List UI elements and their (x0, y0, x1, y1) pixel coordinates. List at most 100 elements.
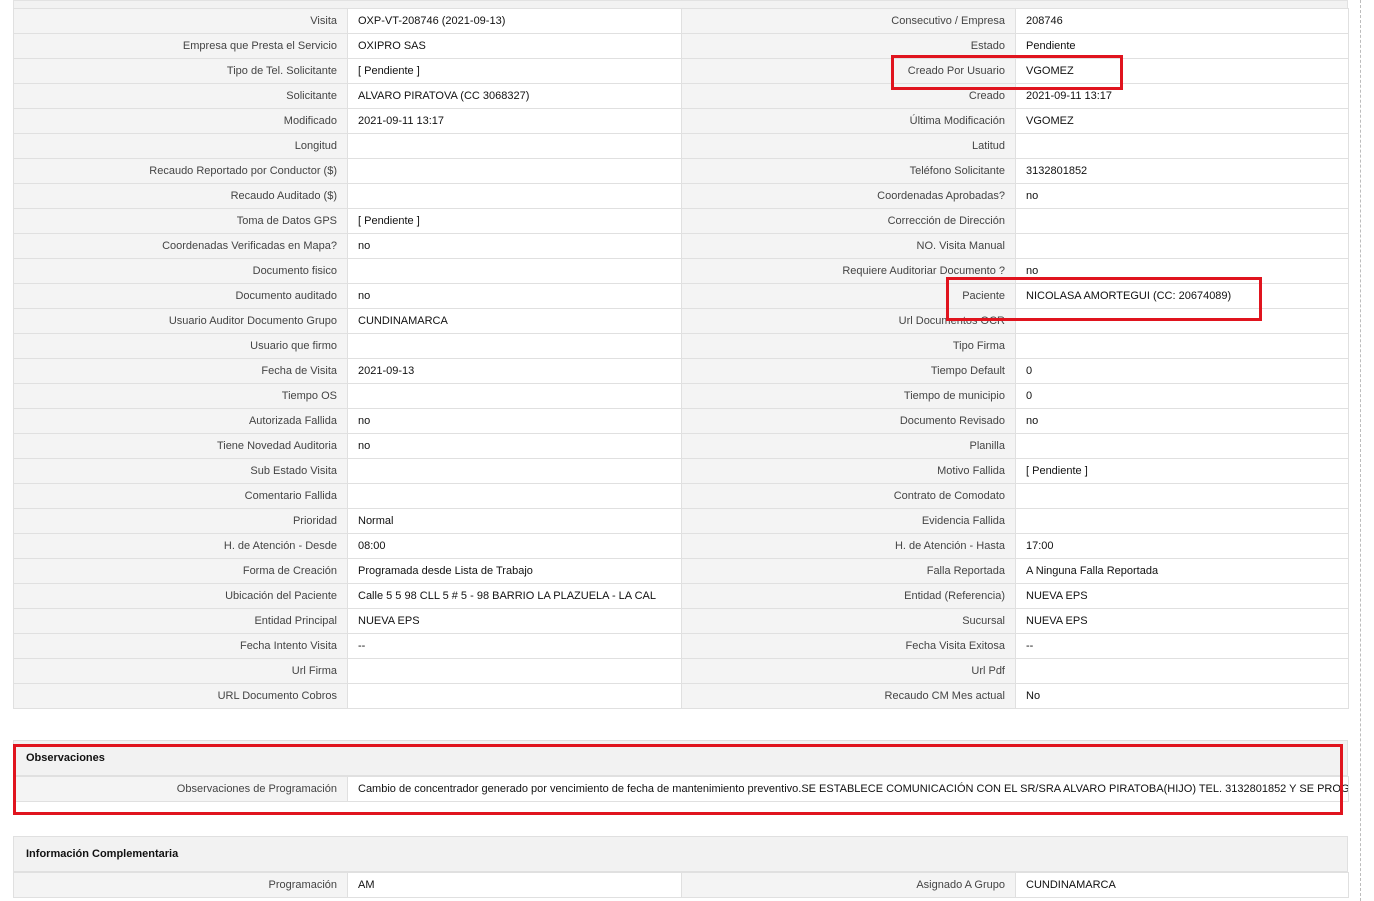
field-value: A Ninguna Falla Reportada (1015, 558, 1349, 584)
table-row: Url Firma Url Pdf (13, 658, 1349, 684)
field-label: Longitud (13, 133, 348, 159)
table-row: Recaudo Auditado ($) Coordenadas Aprobada… (13, 183, 1349, 209)
field-value: no (347, 433, 682, 459)
visit-details-table: Visita OXP-VT-208746 (2021-09-13) Consecut… (13, 8, 1349, 709)
table-row: Sub Estado Visita Motivo Fallida[ Pendien… (13, 458, 1349, 484)
field-value (1015, 658, 1349, 684)
field-label: Tipo Firma (681, 333, 1016, 359)
field-label: Entidad (Referencia) (681, 583, 1016, 609)
field-value (347, 683, 682, 709)
field-label: Documento Revisado (681, 408, 1016, 434)
table-row: Empresa que Presta el Servicio OXIPRO SAS… (13, 33, 1349, 59)
field-label: Recaudo Auditado ($) (13, 183, 348, 209)
field-label: Coordenadas Aprobadas? (681, 183, 1016, 209)
field-value (347, 183, 682, 209)
observaciones-section: Observaciones Observaciones de Programac… (13, 740, 1349, 802)
table-row: Entidad Principal NUEVA EPS Sucursal NUEVA … (13, 608, 1349, 634)
field-value: [ Pendiente ] (347, 58, 682, 84)
field-label: Latitud (681, 133, 1016, 159)
field-value: no (1015, 408, 1349, 434)
field-value: 17:00 (1015, 533, 1349, 559)
field-label: Recaudo Reportado por Conductor ($) (13, 158, 348, 184)
field-label: Corrección de Dirección (681, 208, 1016, 234)
field-label: Autorizada Fallida (13, 408, 348, 434)
table-row: Usuario Auditor Documento Grupo CUNDINAMA… (13, 308, 1349, 334)
field-value: -- (1015, 633, 1349, 659)
field-label: Documento auditado (13, 283, 348, 309)
field-value (1015, 508, 1349, 534)
field-label: Evidencia Fallida (681, 508, 1016, 534)
asignado-grupo-value: CUNDINAMARCA (1015, 872, 1349, 898)
field-value (1015, 208, 1349, 234)
visit-detail-panel: Visita OXP-VT-208746 (2021-09-13) Consecut… (13, 0, 1349, 709)
field-label: Toma de Datos GPS (13, 208, 348, 234)
field-label: H. de Atención - Desde (13, 533, 348, 559)
field-label: Estado (681, 33, 1016, 59)
field-value (347, 458, 682, 484)
field-value (347, 658, 682, 684)
table-row: Tiene Novedad Auditoria no Planilla (13, 433, 1349, 459)
field-label: Empresa que Presta el Servicio (13, 33, 348, 59)
field-value: 0 (1015, 383, 1349, 409)
field-value: [ Pendiente ] (1015, 458, 1349, 484)
page-divider-dashed (1360, 0, 1361, 901)
field-label: Fecha Intento Visita (13, 633, 348, 659)
table-row: Fecha Intento Visita -- Fecha Visita Exit… (13, 633, 1349, 659)
table-row: URL Documento Cobros Recaudo CM Mes actua… (13, 683, 1349, 709)
table-row: Tipo de Tel. Solicitante[ Pendiente ] Cre… (13, 58, 1349, 84)
table-row: Documento auditado no Paciente NICOLASA AM… (13, 283, 1349, 309)
field-label: Recaudo CM Mes actual (681, 683, 1016, 709)
field-value: Calle 5 5 98 CLL 5 # 5 - 98 BARRIO LA PL… (347, 583, 682, 609)
field-value (1015, 333, 1349, 359)
field-value (1015, 233, 1349, 259)
field-label: Comentario Fallida (13, 483, 348, 509)
programacion-value: AM (347, 872, 682, 898)
field-value (1015, 433, 1349, 459)
field-label: H. de Atención - Hasta (681, 533, 1016, 559)
field-label: Fecha de Visita (13, 358, 348, 384)
table-row: Comentario Fallida Contrato de Comodato (13, 483, 1349, 509)
table-row: Fecha de Visita 2021-09-13 Tiempo Default… (13, 358, 1349, 384)
field-label: Url Documentos OCR (681, 308, 1016, 334)
field-label: Creado (681, 83, 1016, 109)
field-label: Tiene Novedad Auditoria (13, 433, 348, 459)
field-value (1015, 483, 1349, 509)
field-value (347, 258, 682, 284)
field-value: 2021-09-13 (347, 358, 682, 384)
field-value (1015, 308, 1349, 334)
field-label: Tipo de Tel. Solicitante (13, 58, 348, 84)
table-row: Recaudo Reportado por Conductor ($) Teléf… (13, 158, 1349, 184)
observaciones-title: Observaciones (13, 740, 1348, 776)
field-value: no (347, 283, 682, 309)
observaciones-table: Observaciones de Programación Cambio de … (13, 776, 1349, 802)
field-label: Coordenadas Verificadas en Mapa? (13, 233, 348, 259)
table-row: Prioridad Normal Evidencia Fallida (13, 508, 1349, 534)
field-value: 0 (1015, 358, 1349, 384)
observaciones-programacion-label: Observaciones de Programación (13, 776, 348, 802)
field-value: OXIPRO SAS (347, 33, 682, 59)
table-row: Coordenadas Verificadas en Mapa? no NO. V… (13, 233, 1349, 259)
table-row: Visita OXP-VT-208746 (2021-09-13) Consecut… (13, 8, 1349, 34)
field-value: VGOMEZ (1015, 58, 1349, 84)
field-label: Documento fisico (13, 258, 348, 284)
field-value: 2021-09-11 13:17 (1015, 83, 1349, 109)
field-value: no (347, 408, 682, 434)
field-value (347, 133, 682, 159)
table-row: Programación AM Asignado A Grupo CUNDINA… (13, 872, 1349, 898)
field-label: Tiempo Default (681, 358, 1016, 384)
field-label: Entidad Principal (13, 608, 348, 634)
field-value: no (1015, 183, 1349, 209)
field-value: Programada desde Lista de Trabajo (347, 558, 682, 584)
field-label: Modificado (13, 108, 348, 134)
informacion-complementaria-table: Programación AM Asignado A Grupo CUNDINA… (13, 872, 1349, 898)
field-label: Forma de Creación (13, 558, 348, 584)
programacion-label: Programación (13, 872, 348, 898)
field-label: Falla Reportada (681, 558, 1016, 584)
field-value (347, 158, 682, 184)
table-row: Documento fisico Requiere Auditoriar Docu… (13, 258, 1349, 284)
field-label: Planilla (681, 433, 1016, 459)
field-value: 3132801852 (1015, 158, 1349, 184)
panel-top-edge (13, 0, 1348, 8)
field-label: Prioridad (13, 508, 348, 534)
field-value: VGOMEZ (1015, 108, 1349, 134)
